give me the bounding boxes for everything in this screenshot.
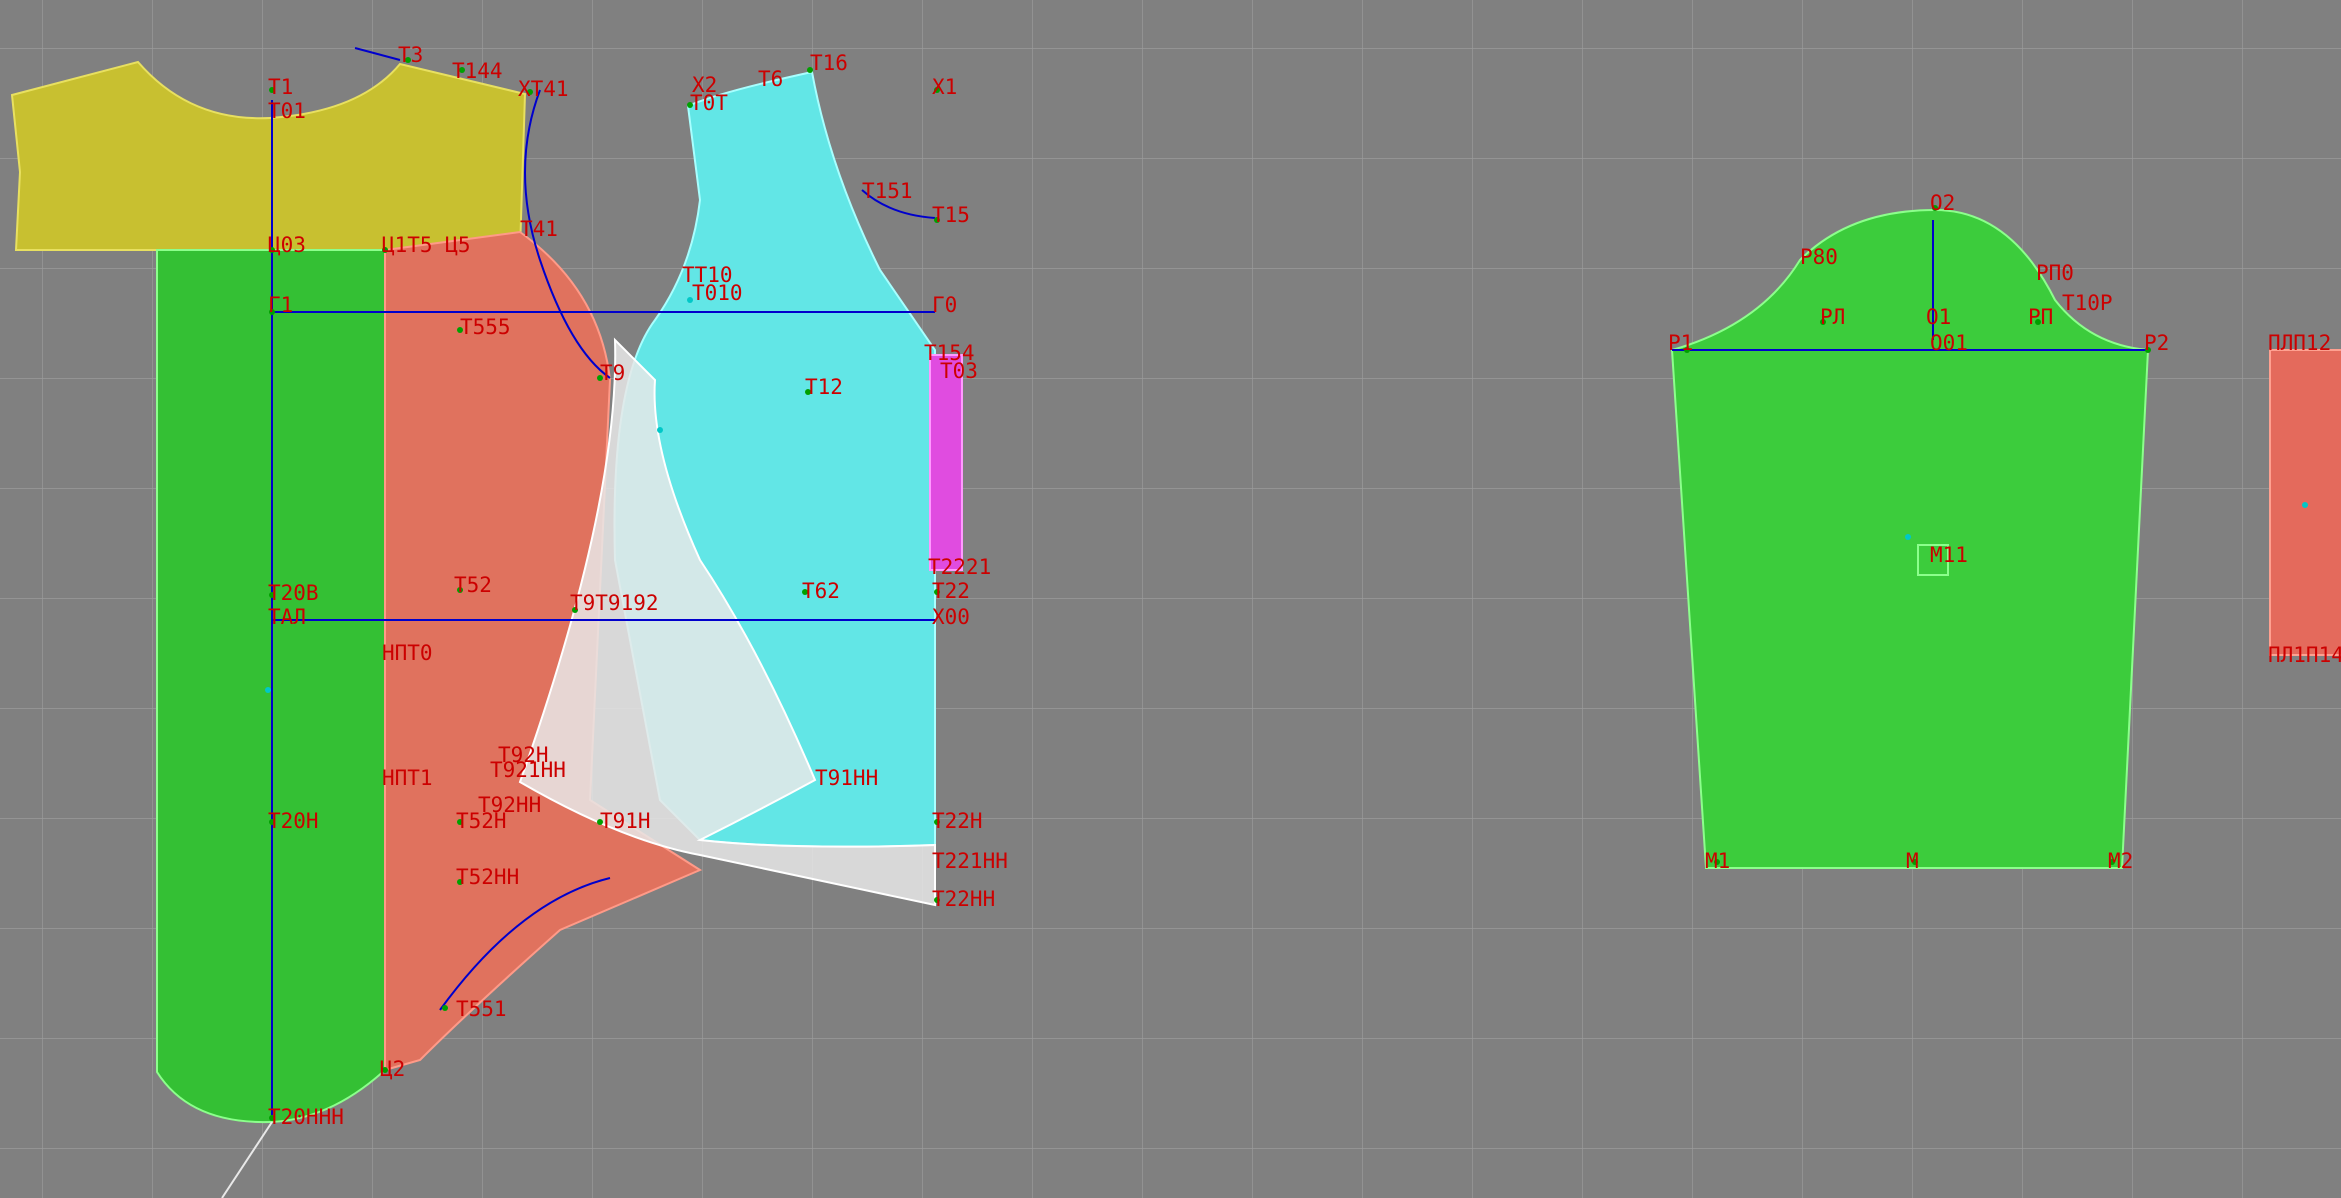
point-label: P2 <box>2144 331 2169 355</box>
point-label: T010 <box>692 281 743 305</box>
point-label: T12 <box>805 375 843 399</box>
point-label: Г0 <box>932 293 957 317</box>
point-label: T221HH <box>932 849 1008 873</box>
point-label: T2221 <box>928 555 991 579</box>
point-label: PП <box>2028 305 2053 329</box>
point-label: T91HH <box>815 766 878 790</box>
point-label: T20HHH <box>268 1105 344 1129</box>
pattern-drawing[interactable]: T1 T3 T144 XT41 X2 T6 T16 X1 T01 T0T T15… <box>0 0 2341 1198</box>
point-label: T52 <box>454 573 492 597</box>
point-label: T22 <box>932 579 970 603</box>
point-label: M <box>1906 849 1919 873</box>
point-label: T9 <box>600 361 625 385</box>
point-label: T0T <box>690 91 728 115</box>
point-label: T551 <box>456 997 507 1021</box>
point-label: T22H <box>932 809 983 833</box>
point-label: T62 <box>802 579 840 603</box>
point-label: T9T9192 <box>570 591 659 615</box>
point-label: T921HH <box>490 758 566 782</box>
point-label: T3 <box>398 43 423 67</box>
point-label: T151 <box>862 179 913 203</box>
point-label: T20H <box>268 809 319 833</box>
point-label: Ц1Т5 Ц5 <box>382 233 471 257</box>
point-label: T03 <box>940 359 978 383</box>
point-label: T16 <box>810 51 848 75</box>
point-label: T10P <box>2062 291 2113 315</box>
point-label: ПЛ1П14 <box>2268 643 2341 667</box>
point-label: P80 <box>1800 245 1838 269</box>
point-label: X00 <box>932 605 970 629</box>
point-label: XT41 <box>518 77 569 101</box>
point-label: НПТ0 <box>382 641 433 665</box>
point-label: PП0 <box>2036 261 2074 285</box>
point-label: O2 <box>1930 191 1955 215</box>
point-label: PЛ <box>1820 305 1845 329</box>
point-label: M11 <box>1930 543 1968 567</box>
point-label: O1 <box>1926 305 1951 329</box>
point-label: T6 <box>758 67 783 91</box>
point-label: Ц2 <box>380 1057 405 1081</box>
point-label: T52H <box>456 809 507 833</box>
point-label: X1 <box>932 75 957 99</box>
pattern-canvas[interactable]: T1 T3 T144 XT41 X2 T6 T16 X1 T01 T0T T15… <box>0 0 2341 1198</box>
point-label: T15 <box>932 203 970 227</box>
point-label: M1 <box>1705 849 1730 873</box>
point-label: T01 <box>268 99 306 123</box>
point-label: T20B <box>268 581 319 605</box>
placket-piece[interactable] <box>929 354 963 571</box>
point-label: T91H <box>600 809 651 833</box>
point-label: Ц03 <box>268 233 306 257</box>
point-label: P1 <box>1668 331 1693 355</box>
point-label: НПТ1 <box>382 766 433 790</box>
point-label: T144 <box>452 59 503 83</box>
point-label: T41 <box>520 217 558 241</box>
point-label: T1 <box>268 75 293 99</box>
point-label: Г1 <box>268 293 293 317</box>
point-label: TAЛ <box>268 605 306 629</box>
point-label: T22HH <box>932 887 995 911</box>
point-label: T555 <box>460 315 511 339</box>
point-label: O01 <box>1930 331 1968 355</box>
point-label: M2 <box>2108 849 2133 873</box>
point-label: T52HH <box>456 865 519 889</box>
point-label: ПЛП12 <box>2268 331 2331 355</box>
